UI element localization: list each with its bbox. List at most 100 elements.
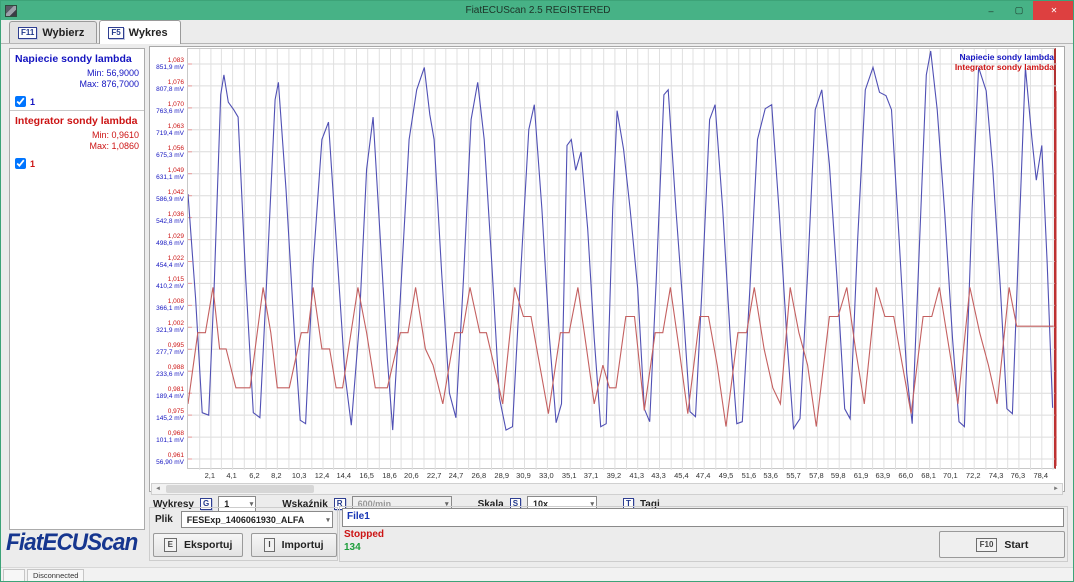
y-tick-label: 1,008366,1 mV xyxy=(156,298,184,312)
plik-label: Plik xyxy=(155,514,173,525)
tab-wykres[interactable]: F5 Wykres xyxy=(99,20,180,44)
x-tick-label: 8,2 xyxy=(271,471,281,480)
x-tick-label: 51,6 xyxy=(742,471,757,480)
series-name: Napiecie sondy lambda xyxy=(15,53,139,65)
chart-legend: Napiecie sondy lambdaIntegrator sondy la… xyxy=(955,52,1054,72)
scroll-right-icon[interactable]: ► xyxy=(1050,484,1062,494)
x-tick-label: 37,1 xyxy=(584,471,599,480)
status-bar: Disconnected xyxy=(1,567,1074,582)
x-tick-label: 47,4 xyxy=(696,471,711,480)
series-checkbox-label: 1 xyxy=(30,97,35,107)
series-min: Min: 56,9000 xyxy=(15,68,139,79)
y-tick-label: 1,022454,4 mV xyxy=(156,255,184,269)
chevron-down-icon: ▾ xyxy=(326,516,330,524)
x-axis-labels: 2,14,16,28,210,312,414,416,518,620,622,7… xyxy=(187,471,1056,481)
y-tick-label: 1,070763,6 mV xyxy=(156,101,184,115)
series-checkbox-label: 1 xyxy=(30,159,35,169)
x-tick-label: 43,3 xyxy=(651,471,666,480)
start-label: Start xyxy=(1004,539,1028,551)
x-tick-label: 68,1 xyxy=(921,471,936,480)
x-tick-label: 10,3 xyxy=(292,471,307,480)
x-tick-label: 14,4 xyxy=(336,471,351,480)
app-window: FiatECUScan 2.5 REGISTERED – ▢ ✕ F11 Wyb… xyxy=(0,0,1074,582)
chart-panel: 1,083851,9 mV 1,076807,8 mV 1,070763,6 mV 1… xyxy=(149,46,1065,492)
x-tick-label: 24,7 xyxy=(449,471,464,480)
chart-plot-area[interactable] xyxy=(187,48,1056,469)
plik-value: FESExp_1406061930_ALFA xyxy=(187,515,305,525)
y-tick-label: 1,002321,9 mV xyxy=(156,320,184,334)
importuj-button[interactable]: I Importuj xyxy=(251,533,337,557)
tab-wybierz-keychip: F11 xyxy=(18,27,37,39)
importuj-keychip: I xyxy=(264,538,274,552)
x-tick-label: 57,8 xyxy=(809,471,824,480)
series-checkbox-voltage[interactable] xyxy=(15,96,26,107)
importuj-label: Importuj xyxy=(282,539,324,551)
minimize-button[interactable]: – xyxy=(977,1,1005,20)
chart-horizontal-scrollbar[interactable]: ◄ ► xyxy=(151,483,1063,495)
tab-wykres-keychip: F5 xyxy=(108,27,123,39)
x-tick-label: 49,5 xyxy=(719,471,734,480)
x-tick-label: 72,2 xyxy=(966,471,981,480)
status-cell-empty xyxy=(3,569,25,582)
y-tick-label: 1,076807,8 mV xyxy=(156,79,184,93)
series-checkbox-integrator[interactable] xyxy=(15,158,26,169)
eksportuj-label: Eksportuj xyxy=(184,539,232,551)
y-tick-label: 1,015410,2 mV xyxy=(156,276,184,290)
x-tick-label: 18,6 xyxy=(382,471,397,480)
y-tick-label: 1,029498,6 mV xyxy=(156,233,184,247)
x-tick-label: 28,9 xyxy=(494,471,509,480)
x-tick-label: 55,7 xyxy=(786,471,801,480)
connection-status: Disconnected xyxy=(27,569,84,582)
y-tick-label: 0,96156,90 mV xyxy=(156,452,184,466)
x-tick-label: 16,5 xyxy=(359,471,374,480)
series-line-1 xyxy=(188,287,1054,426)
y-tick-label: 0,995277,7 mV xyxy=(156,342,184,356)
tab-wykres-label: Wykres xyxy=(129,27,168,39)
y-tick-label: 0,988233,6 mV xyxy=(156,364,184,378)
series-panel-integrator: Integrator sondy lambda Min: 0,9610 Max:… xyxy=(10,110,144,172)
x-tick-label: 70,1 xyxy=(943,471,958,480)
y-tick-label: 0,968101,1 mV xyxy=(156,430,184,444)
scroll-left-icon[interactable]: ◄ xyxy=(152,484,164,494)
tab-wybierz-label: Wybierz xyxy=(42,27,84,39)
series-sidebar: Napiecie sondy lambda Min: 56,9000 Max: … xyxy=(9,48,145,530)
app-logo: FiatECUScan xyxy=(6,529,137,557)
x-tick-label: 33,0 xyxy=(539,471,554,480)
x-tick-label: 53,6 xyxy=(763,471,778,480)
sample-counter: 134 xyxy=(344,542,361,553)
close-button[interactable]: ✕ xyxy=(1033,1,1074,20)
y-tick-label: 1,083851,9 mV xyxy=(156,57,184,71)
y-tick-label: 1,036542,8 mV xyxy=(156,211,184,225)
tab-wybierz[interactable]: F11 Wybierz xyxy=(9,21,97,43)
x-tick-label: 6,2 xyxy=(249,471,259,480)
maximize-button[interactable]: ▢ xyxy=(1005,1,1033,20)
scrollbar-thumb[interactable] xyxy=(166,485,314,493)
start-keychip: F10 xyxy=(976,538,998,552)
x-tick-label: 26,8 xyxy=(472,471,487,480)
series-max: Max: 876,7000 xyxy=(15,79,139,90)
x-tick-label: 41,3 xyxy=(629,471,644,480)
x-tick-label: 12,4 xyxy=(315,471,330,480)
y-tick-label: 1,049631,1 mV xyxy=(156,167,184,181)
x-tick-label: 45,4 xyxy=(674,471,689,480)
x-tick-label: 4,1 xyxy=(226,471,236,480)
plik-select[interactable]: FESExp_1406061930_ALFA ▾ xyxy=(181,511,333,528)
start-button[interactable]: F10 Start xyxy=(939,531,1065,558)
y-tick-label: 1,056675,3 mV xyxy=(156,145,184,159)
file-name-input[interactable]: File1 xyxy=(342,508,1064,527)
x-tick-label: 76,3 xyxy=(1011,471,1026,480)
x-tick-label: 20,6 xyxy=(404,471,419,480)
eksportuj-keychip: E xyxy=(164,538,177,552)
x-tick-label: 22,7 xyxy=(427,471,442,480)
x-tick-label: 63,9 xyxy=(876,471,891,480)
y-axis-labels: 1,083851,9 mV 1,076807,8 mV 1,070763,6 mV 1… xyxy=(150,48,186,469)
eksportuj-button[interactable]: E Eksportuj xyxy=(153,533,243,557)
record-status: Stopped xyxy=(344,529,384,540)
x-tick-label: 61,9 xyxy=(854,471,869,480)
x-tick-label: 30,9 xyxy=(516,471,531,480)
y-tick-label: 1,042586,9 mV xyxy=(156,189,184,203)
x-tick-label: 78,4 xyxy=(1033,471,1048,480)
x-tick-label: 59,8 xyxy=(831,471,846,480)
series-panel-voltage: Napiecie sondy lambda Min: 56,9000 Max: … xyxy=(10,49,144,110)
series-min: Min: 0,9610 xyxy=(15,130,139,141)
